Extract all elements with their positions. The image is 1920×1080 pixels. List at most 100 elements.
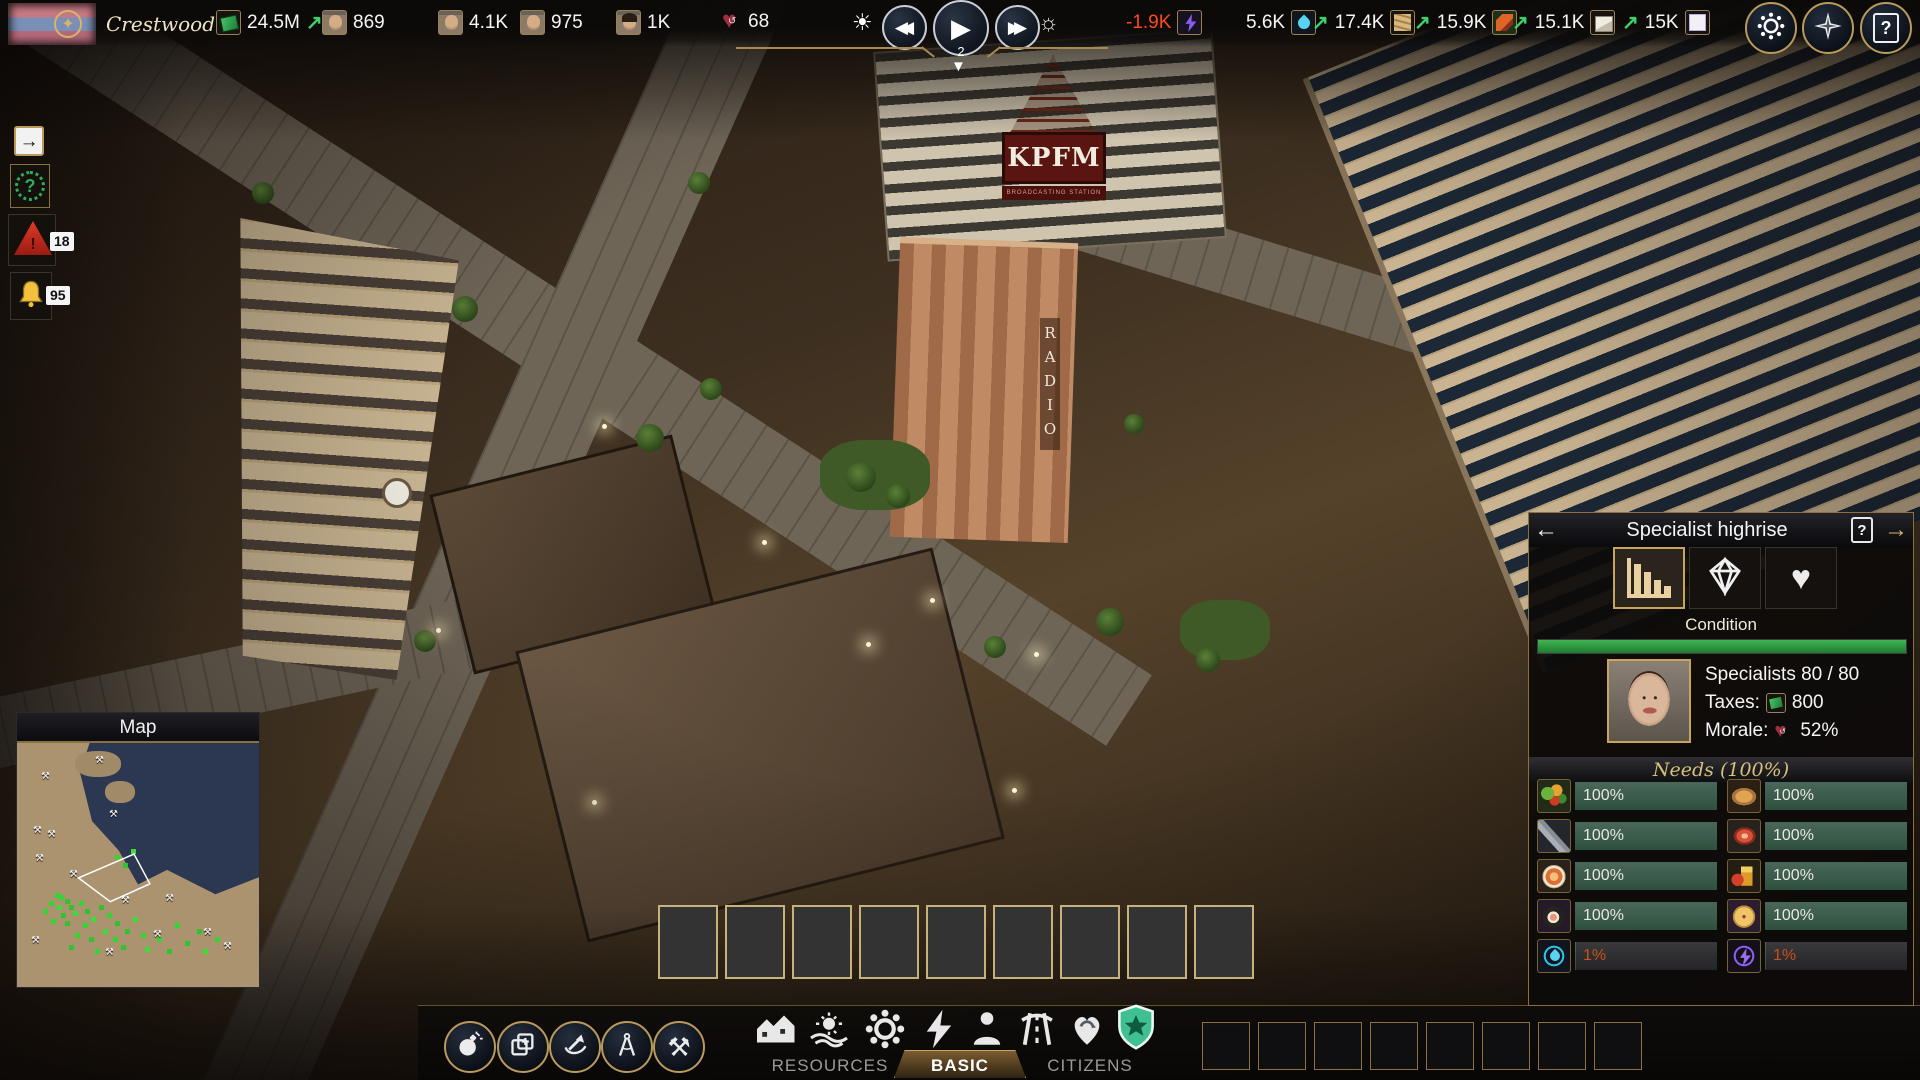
condition-bar-fill: [1538, 640, 1906, 653]
electricity-value: -1.9K: [1126, 12, 1171, 34]
city-thumbnail[interactable]: [725, 905, 785, 979]
speed-up-button[interactable]: ▶▶: [995, 5, 1040, 50]
quick-slot[interactable]: [1314, 1022, 1362, 1070]
tab-resources[interactable]: RESOURCES: [755, 1056, 905, 1076]
tutorial-button[interactable]: ?: [10, 164, 50, 208]
achievements-badge[interactable]: [1110, 1004, 1162, 1056]
need-water[interactable]: 1%: [1537, 939, 1717, 973]
elites-value: 1K: [647, 12, 670, 34]
street-lamp: [1012, 788, 1017, 793]
city-name: Crestwood: [106, 12, 215, 36]
build-tool-button[interactable]: ⚒: [653, 1021, 705, 1073]
meat-icon: [1727, 819, 1761, 853]
bricks-stat[interactable]: ↗ 15.9K: [1414, 10, 1517, 35]
need-bread[interactable]: 100%: [1727, 779, 1907, 813]
city-thumbnail[interactable]: [792, 905, 852, 979]
city-thumbnail[interactable]: [926, 905, 986, 979]
tab-statistics[interactable]: [1613, 547, 1685, 609]
move-tool-button[interactable]: [549, 1021, 601, 1073]
category-services[interactable]: [964, 1008, 1010, 1054]
engineers-stat[interactable]: 975: [520, 10, 583, 35]
bell-icon: [16, 279, 46, 314]
quick-slot[interactable]: [1370, 1022, 1418, 1070]
copy-plus-icon: [509, 1031, 537, 1064]
help-button[interactable]: ?: [1860, 2, 1912, 54]
city-thumbnail[interactable]: [859, 905, 919, 979]
minimap[interactable]: ⚒ ⚒ ⚒ ⚒ ⚒ ⚒ ⚒ ⚒ ⚒ ⚒ ⚒ ⚒ ⚒ ⚒: [17, 743, 259, 987]
elites-stat[interactable]: 1K: [616, 10, 670, 35]
workers-stat[interactable]: 869: [322, 10, 385, 35]
city-thumbnail[interactable]: [993, 905, 1053, 979]
need-fish[interactable]: 100%: [1537, 819, 1717, 853]
need-meat[interactable]: 100%: [1727, 819, 1907, 853]
alerts-button[interactable]: !: [8, 214, 56, 266]
category-infrastructure[interactable]: [1014, 1008, 1060, 1054]
specialist-portrait-icon: [438, 10, 463, 35]
notification-count-badge: 95: [46, 286, 70, 305]
game-screen: KPFM BROADCASTING STATION RADIO ✦ Crestw…: [0, 0, 1920, 1080]
radio-sign: KPFM: [1002, 132, 1106, 184]
crossed-hammers-icon: ⚒: [667, 1034, 690, 1060]
category-leisure[interactable]: [806, 1008, 852, 1054]
morale-stat[interactable]: ♥↺ 68: [722, 10, 769, 34]
need-beer[interactable]: 100%: [1727, 859, 1907, 893]
quick-slot[interactable]: [1538, 1022, 1586, 1070]
need-electricity[interactable]: 1%: [1727, 939, 1907, 973]
morale-heart-icon: ♥↺: [1774, 722, 1794, 740]
category-housing[interactable]: [752, 1008, 798, 1054]
quick-slot[interactable]: [1202, 1022, 1250, 1070]
category-citizens[interactable]: [1064, 1008, 1110, 1054]
panel-help-icon[interactable]: ?: [1851, 517, 1873, 543]
tree: [846, 462, 876, 492]
stone-icon: [1590, 10, 1615, 35]
tab-happiness[interactable]: ♥: [1765, 547, 1837, 609]
electricity-icon: [1177, 10, 1202, 35]
planks-stat[interactable]: ↗ 17.4K: [1312, 10, 1415, 35]
need-vegetables[interactable]: 100%: [1537, 779, 1717, 813]
help-book-icon: ?: [1873, 13, 1899, 43]
need-sushi[interactable]: 100%: [1537, 899, 1717, 933]
city-thumbnail[interactable]: [1127, 905, 1187, 979]
stone-stat[interactable]: ↗ 15.1K: [1512, 10, 1615, 35]
treasury-stat[interactable]: 24.5M ↗: [216, 10, 323, 35]
quick-slot[interactable]: [1426, 1022, 1474, 1070]
prev-building-button[interactable]: ←: [1529, 516, 1563, 544]
treasury-value: 24.5M: [247, 12, 300, 34]
water-stat[interactable]: 5.6K: [1246, 10, 1316, 35]
next-building-button[interactable]: →: [1879, 516, 1913, 544]
electricity-stat[interactable]: -1.9K: [1126, 10, 1202, 35]
copy-tool-button[interactable]: [497, 1021, 549, 1073]
tree: [252, 182, 274, 204]
city-thumbnail[interactable]: [658, 905, 718, 979]
paper-stat[interactable]: ↗ 15K: [1622, 10, 1710, 35]
exit-button[interactable]: →: [14, 126, 44, 156]
measure-tool-button[interactable]: [601, 1021, 653, 1073]
quick-slot[interactable]: [1594, 1022, 1642, 1070]
exit-arrow-icon: →: [20, 131, 39, 152]
city-thumbnail[interactable]: [1194, 905, 1254, 979]
quick-slot[interactable]: [1258, 1022, 1306, 1070]
taxes-value: 800: [1792, 692, 1824, 714]
compass-icon: [1813, 11, 1843, 46]
specialists-stat[interactable]: 4.1K: [438, 10, 508, 35]
tree: [1124, 414, 1144, 434]
paper-value: 15K: [1645, 12, 1679, 34]
slow-down-button[interactable]: ◀◀: [882, 5, 927, 50]
houses-icon: [754, 1008, 796, 1055]
sushi-icon: [1537, 899, 1571, 933]
tree: [700, 378, 722, 400]
category-energy[interactable]: [916, 1008, 962, 1054]
need-soup[interactable]: 100%: [1537, 859, 1717, 893]
category-industry[interactable]: [862, 1008, 908, 1054]
navigation-button[interactable]: [1802, 2, 1854, 54]
demolish-button[interactable]: [444, 1021, 496, 1073]
tab-citizens[interactable]: CITIZENS: [1015, 1056, 1165, 1076]
city-thumbnail[interactable]: [1060, 905, 1120, 979]
tab-basic[interactable]: BASIC: [885, 1056, 1035, 1076]
quick-slot[interactable]: [1482, 1022, 1530, 1070]
tab-quality[interactable]: [1689, 547, 1761, 609]
need-pie[interactable]: 100%: [1727, 899, 1907, 933]
engineers-value: 975: [551, 12, 583, 34]
settings-button[interactable]: [1745, 2, 1797, 54]
electricity-icon: [1727, 939, 1761, 973]
